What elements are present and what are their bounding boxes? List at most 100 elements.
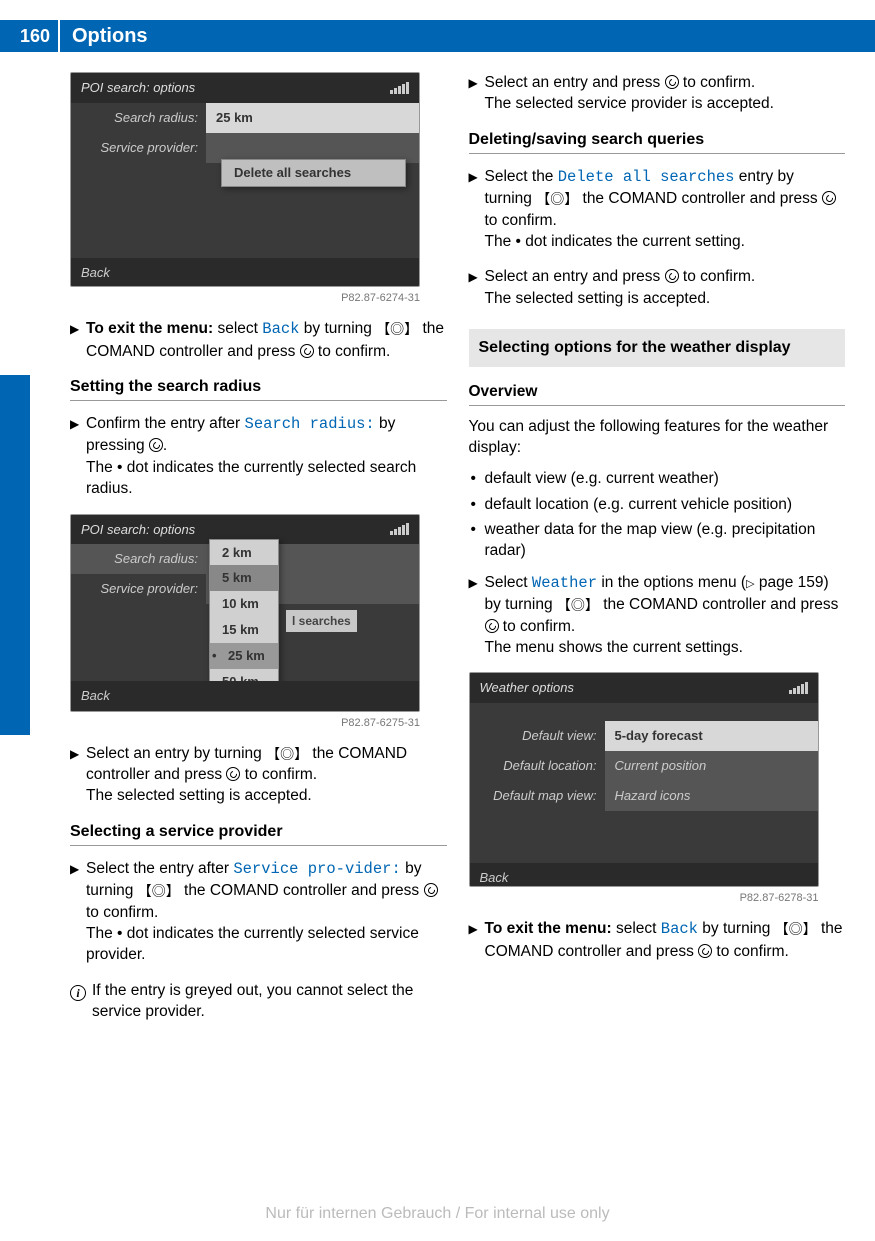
step-body: Select an entry and press to confirm. Th…: [485, 266, 846, 309]
content: POI search: options Search radius: 25 km…: [70, 72, 845, 1037]
step-marker: ▶: [70, 318, 86, 362]
bullet-text: default location (e.g. current vehicle p…: [485, 494, 793, 515]
rotate-icon: 【◎】: [557, 596, 599, 615]
ss3-titlebar: Weather options: [470, 673, 818, 703]
step-marker: ▶: [469, 572, 485, 659]
section-weather-options: Selecting options for the weather displa…: [469, 329, 846, 367]
t: in the options menu (: [597, 574, 746, 591]
info-icon-wrap: i: [70, 980, 92, 1023]
step-marker: ▶: [70, 743, 86, 807]
ss1-row2-label: Service provider:: [71, 133, 206, 163]
bullet-list: •default view (e.g. current weather) •de…: [471, 468, 846, 562]
ss3-row3: Default map view: Hazard icons: [470, 781, 818, 811]
ss2-row1-label: Search radius:: [71, 544, 206, 574]
screenshot-weather-options: Weather options Default view: 5-day fore…: [469, 672, 819, 887]
ss1-row1-label: Search radius:: [71, 103, 206, 133]
ss1-titlebar: POI search: options: [71, 73, 419, 103]
bullet-item: •default location (e.g. current vehicle …: [471, 494, 846, 515]
t: the COMAND controller and press: [180, 882, 424, 899]
mono-weather: Weather: [532, 574, 597, 592]
tri-icon: ▷: [746, 578, 754, 590]
t: the COMAND controller and press: [578, 190, 822, 207]
ss2-opt: 15 km: [210, 617, 278, 643]
step8-line2: The menu shows the current settings.: [485, 637, 846, 658]
screenshot-poi-options-1: POI search: options Search radius: 25 km…: [70, 72, 420, 287]
t: select: [612, 920, 661, 937]
ss3-r1l: Default view:: [470, 721, 605, 751]
step-marker: ▶: [469, 266, 485, 309]
overview-intro: You can adjust the following features fo…: [469, 416, 846, 459]
ss1-row1: Search radius: 25 km: [71, 103, 419, 133]
t: to confirm.: [712, 943, 789, 960]
mono-service-provider: Service pro‐vider:: [233, 860, 400, 878]
t: to confirm.: [679, 74, 756, 91]
bullet-item: •weather data for the map view (e.g. pre…: [471, 519, 846, 562]
ss1-caption: P82.87-6274-31: [70, 291, 420, 306]
step-exit-menu-2: ▶ To exit the menu: select Back by turni…: [469, 918, 846, 962]
step-marker: ▶: [70, 858, 86, 966]
back-mono: Back: [262, 320, 299, 338]
t: the COMAND controller and press: [599, 596, 838, 613]
step-body: Select an entry by turning 【◎】 the COMAN…: [86, 743, 447, 807]
bullet-dot: •: [471, 468, 485, 489]
ss3-spacer: [470, 811, 818, 863]
mono-search-radius: Search radius:: [245, 415, 375, 433]
column-left: POI search: options Search radius: 25 km…: [70, 72, 447, 1037]
t: Confirm the entry after: [86, 415, 245, 432]
press-icon: [226, 767, 240, 781]
back-mono: Back: [661, 920, 698, 938]
screenshot-poi-options-2: POI search: options Search radius: Servi…: [70, 514, 420, 712]
step-exit-menu-1: ▶ To exit the menu: select Back by turni…: [70, 318, 447, 362]
page-number: 160: [0, 20, 60, 52]
info-icon: i: [70, 985, 86, 1001]
t: to confirm.: [240, 766, 317, 783]
step-body: To exit the menu: select Back by turning…: [485, 918, 846, 962]
step-select-entry: ▶ Select an entry by turning 【◎】 the COM…: [70, 743, 447, 807]
ss3-row2: Default location: Current position: [470, 751, 818, 781]
step4-line2: The • dot indicates the currently select…: [86, 923, 447, 966]
ss3-r1v: 5-day forecast: [605, 721, 818, 751]
ss2-row2-label: Service provider:: [71, 574, 206, 604]
bullet-dot: •: [471, 494, 485, 515]
ss2-opt: 10 km: [210, 591, 278, 617]
ss2-caption: P82.87-6275-31: [70, 716, 420, 731]
step6-line2: The • dot indicates the current setting.: [485, 231, 846, 252]
rotate-icon: 【◎】: [376, 320, 418, 339]
note-text: If the entry is greyed out, you cannot s…: [92, 980, 447, 1023]
ss3-title: Weather options: [480, 679, 574, 697]
rotate-icon: 【◎】: [775, 920, 817, 939]
press-icon: [665, 269, 679, 283]
rotate-icon: 【◎】: [536, 190, 578, 209]
h4-overview: Overview: [469, 381, 846, 405]
bullet-item: •default view (e.g. current weather): [471, 468, 846, 489]
rotate-icon: 【◎】: [138, 882, 180, 901]
ss3-row1: Default view: 5-day forecast: [470, 721, 818, 751]
ss1-back: Back: [71, 258, 419, 287]
header-title: Options: [60, 25, 148, 48]
press-icon: [300, 344, 314, 358]
t: Select the entry after: [86, 860, 233, 877]
signal-icon: [789, 682, 808, 694]
rotate-icon: 【◎】: [266, 745, 308, 764]
page: 160 Options COMAND Online and Internet P…: [0, 0, 875, 1241]
h3-service-provider: Selecting a service provider: [70, 821, 447, 846]
ss2-opt-highlight: 5 km: [210, 565, 278, 591]
ss1-title: POI search: options: [81, 79, 195, 97]
step-marker: ▶: [469, 166, 485, 253]
press-icon: [698, 944, 712, 958]
t: Select an entry and press: [485, 74, 665, 91]
step-select-provider: ▶ Select the entry after Service pro‐vid…: [70, 858, 447, 966]
footer-text: Nur für internen Gebrauch / For internal…: [0, 1205, 875, 1223]
t: to confirm.: [86, 904, 158, 921]
signal-icon: [390, 523, 409, 535]
step2-line2: The • dot indicates the currently select…: [86, 457, 447, 500]
column-right: ▶ Select an entry and press to confirm. …: [469, 72, 846, 1037]
ss1-row1-value: 25 km: [206, 103, 419, 133]
step-7: ▶ Select an entry and press to confirm. …: [469, 266, 846, 309]
step-marker: ▶: [469, 72, 485, 115]
t: 25 km: [222, 648, 265, 663]
step3-line2: The selected setting is accepted.: [86, 785, 447, 806]
ss3-r2v: Current position: [605, 751, 818, 781]
bullet-text: default view (e.g. current weather): [485, 468, 719, 489]
press-icon: [665, 75, 679, 89]
